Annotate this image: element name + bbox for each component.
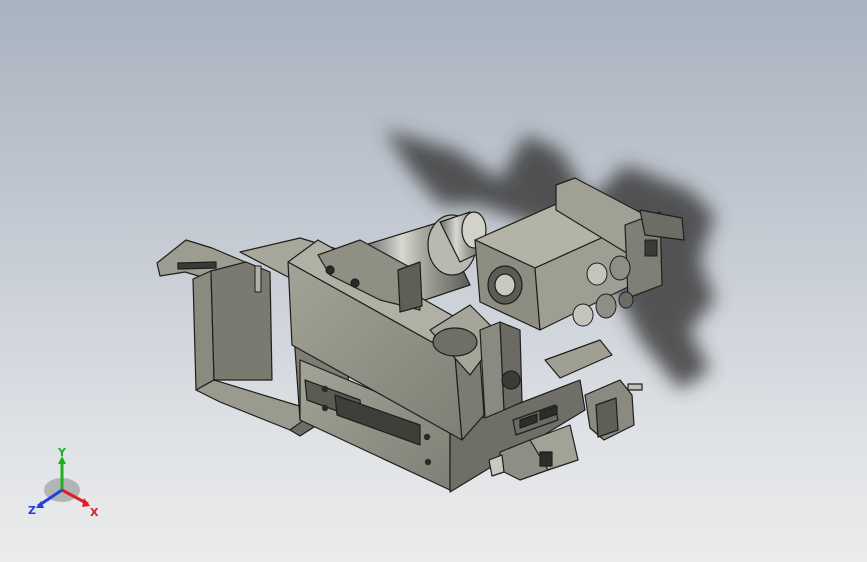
guide-post <box>254 265 262 293</box>
orientation-triad[interactable]: Y X Z <box>24 446 104 526</box>
triad-z-label: Z <box>28 504 36 517</box>
triad-y-label: Y <box>57 446 67 459</box>
3d-viewport[interactable]: Y X Z <box>0 0 867 562</box>
triad-x-arrow-icon <box>82 498 90 507</box>
triad-x-label: X <box>90 506 99 519</box>
model-scene[interactable] <box>0 0 867 562</box>
